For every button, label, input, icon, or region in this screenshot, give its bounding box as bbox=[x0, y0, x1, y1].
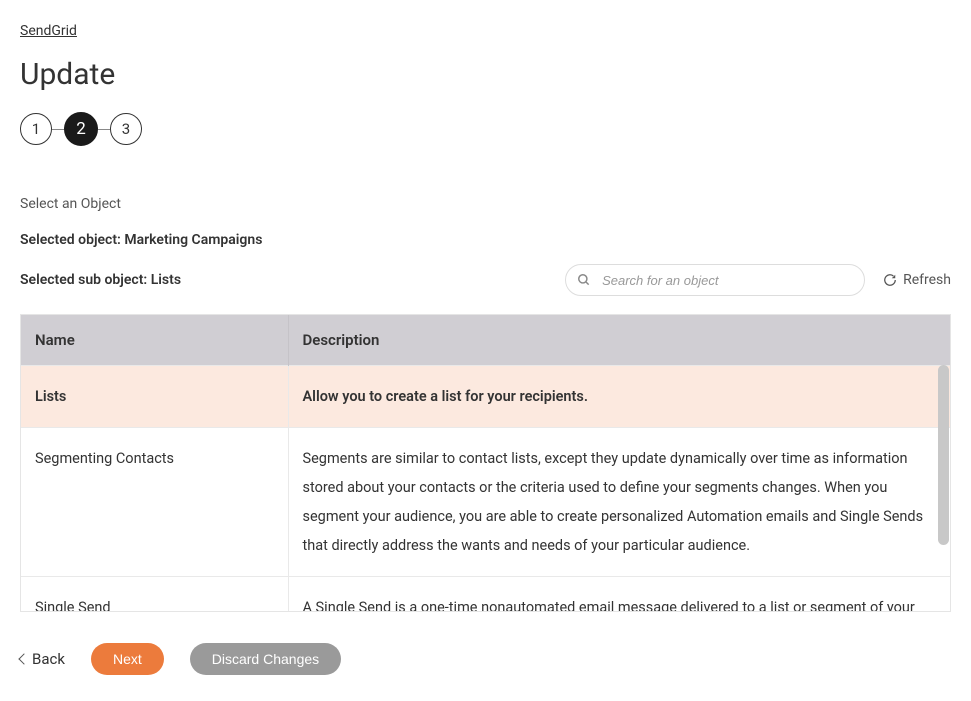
next-button[interactable]: Next bbox=[91, 643, 164, 675]
search-icon bbox=[577, 273, 591, 287]
back-button[interactable]: Back bbox=[20, 650, 65, 668]
search-wrap bbox=[565, 264, 865, 296]
cell-description: Allow you to create a list for your reci… bbox=[288, 366, 950, 428]
discard-button[interactable]: Discard Changes bbox=[190, 643, 341, 675]
chevron-left-icon bbox=[18, 653, 29, 664]
refresh-label: Refresh bbox=[903, 272, 951, 288]
cell-name: Single Send bbox=[21, 577, 288, 612]
step-connector bbox=[52, 129, 64, 130]
step-3[interactable]: 3 bbox=[110, 113, 142, 145]
table-row[interactable]: Single Send A Single Send is a one-time … bbox=[21, 577, 950, 612]
footer: Back Next Discard Changes bbox=[0, 623, 971, 701]
search-input[interactable] bbox=[565, 264, 865, 296]
page-title: Update bbox=[20, 57, 951, 92]
table-row[interactable]: Segmenting Contacts Segments are similar… bbox=[21, 428, 950, 577]
stepper: 1 2 3 bbox=[20, 112, 951, 146]
refresh-icon bbox=[883, 273, 897, 287]
scrollbar-track[interactable] bbox=[937, 365, 950, 611]
back-label: Back bbox=[32, 650, 65, 668]
selected-sub-object-line: Selected sub object: Lists bbox=[20, 272, 181, 288]
cell-name: Segmenting Contacts bbox=[21, 428, 288, 577]
step-2[interactable]: 2 bbox=[64, 112, 98, 146]
step-connector bbox=[98, 129, 110, 130]
cell-name: Lists bbox=[21, 366, 288, 428]
cell-description: A Single Send is a one-time nonautomated… bbox=[288, 577, 950, 612]
column-header-description[interactable]: Description bbox=[288, 315, 950, 366]
column-header-name[interactable]: Name bbox=[21, 315, 288, 366]
section-label: Select an Object bbox=[20, 196, 951, 212]
selected-object-line: Selected object: Marketing Campaigns bbox=[20, 232, 951, 248]
breadcrumb-sendgrid[interactable]: SendGrid bbox=[20, 23, 77, 39]
cell-description: Segments are similar to contact lists, e… bbox=[288, 428, 950, 577]
table-row[interactable]: Lists Allow you to create a list for you… bbox=[21, 366, 950, 428]
scrollbar-thumb[interactable] bbox=[938, 365, 949, 545]
step-1[interactable]: 1 bbox=[20, 113, 52, 145]
object-table: Name Description Lists Allow you to crea… bbox=[20, 314, 951, 612]
refresh-button[interactable]: Refresh bbox=[883, 272, 951, 288]
